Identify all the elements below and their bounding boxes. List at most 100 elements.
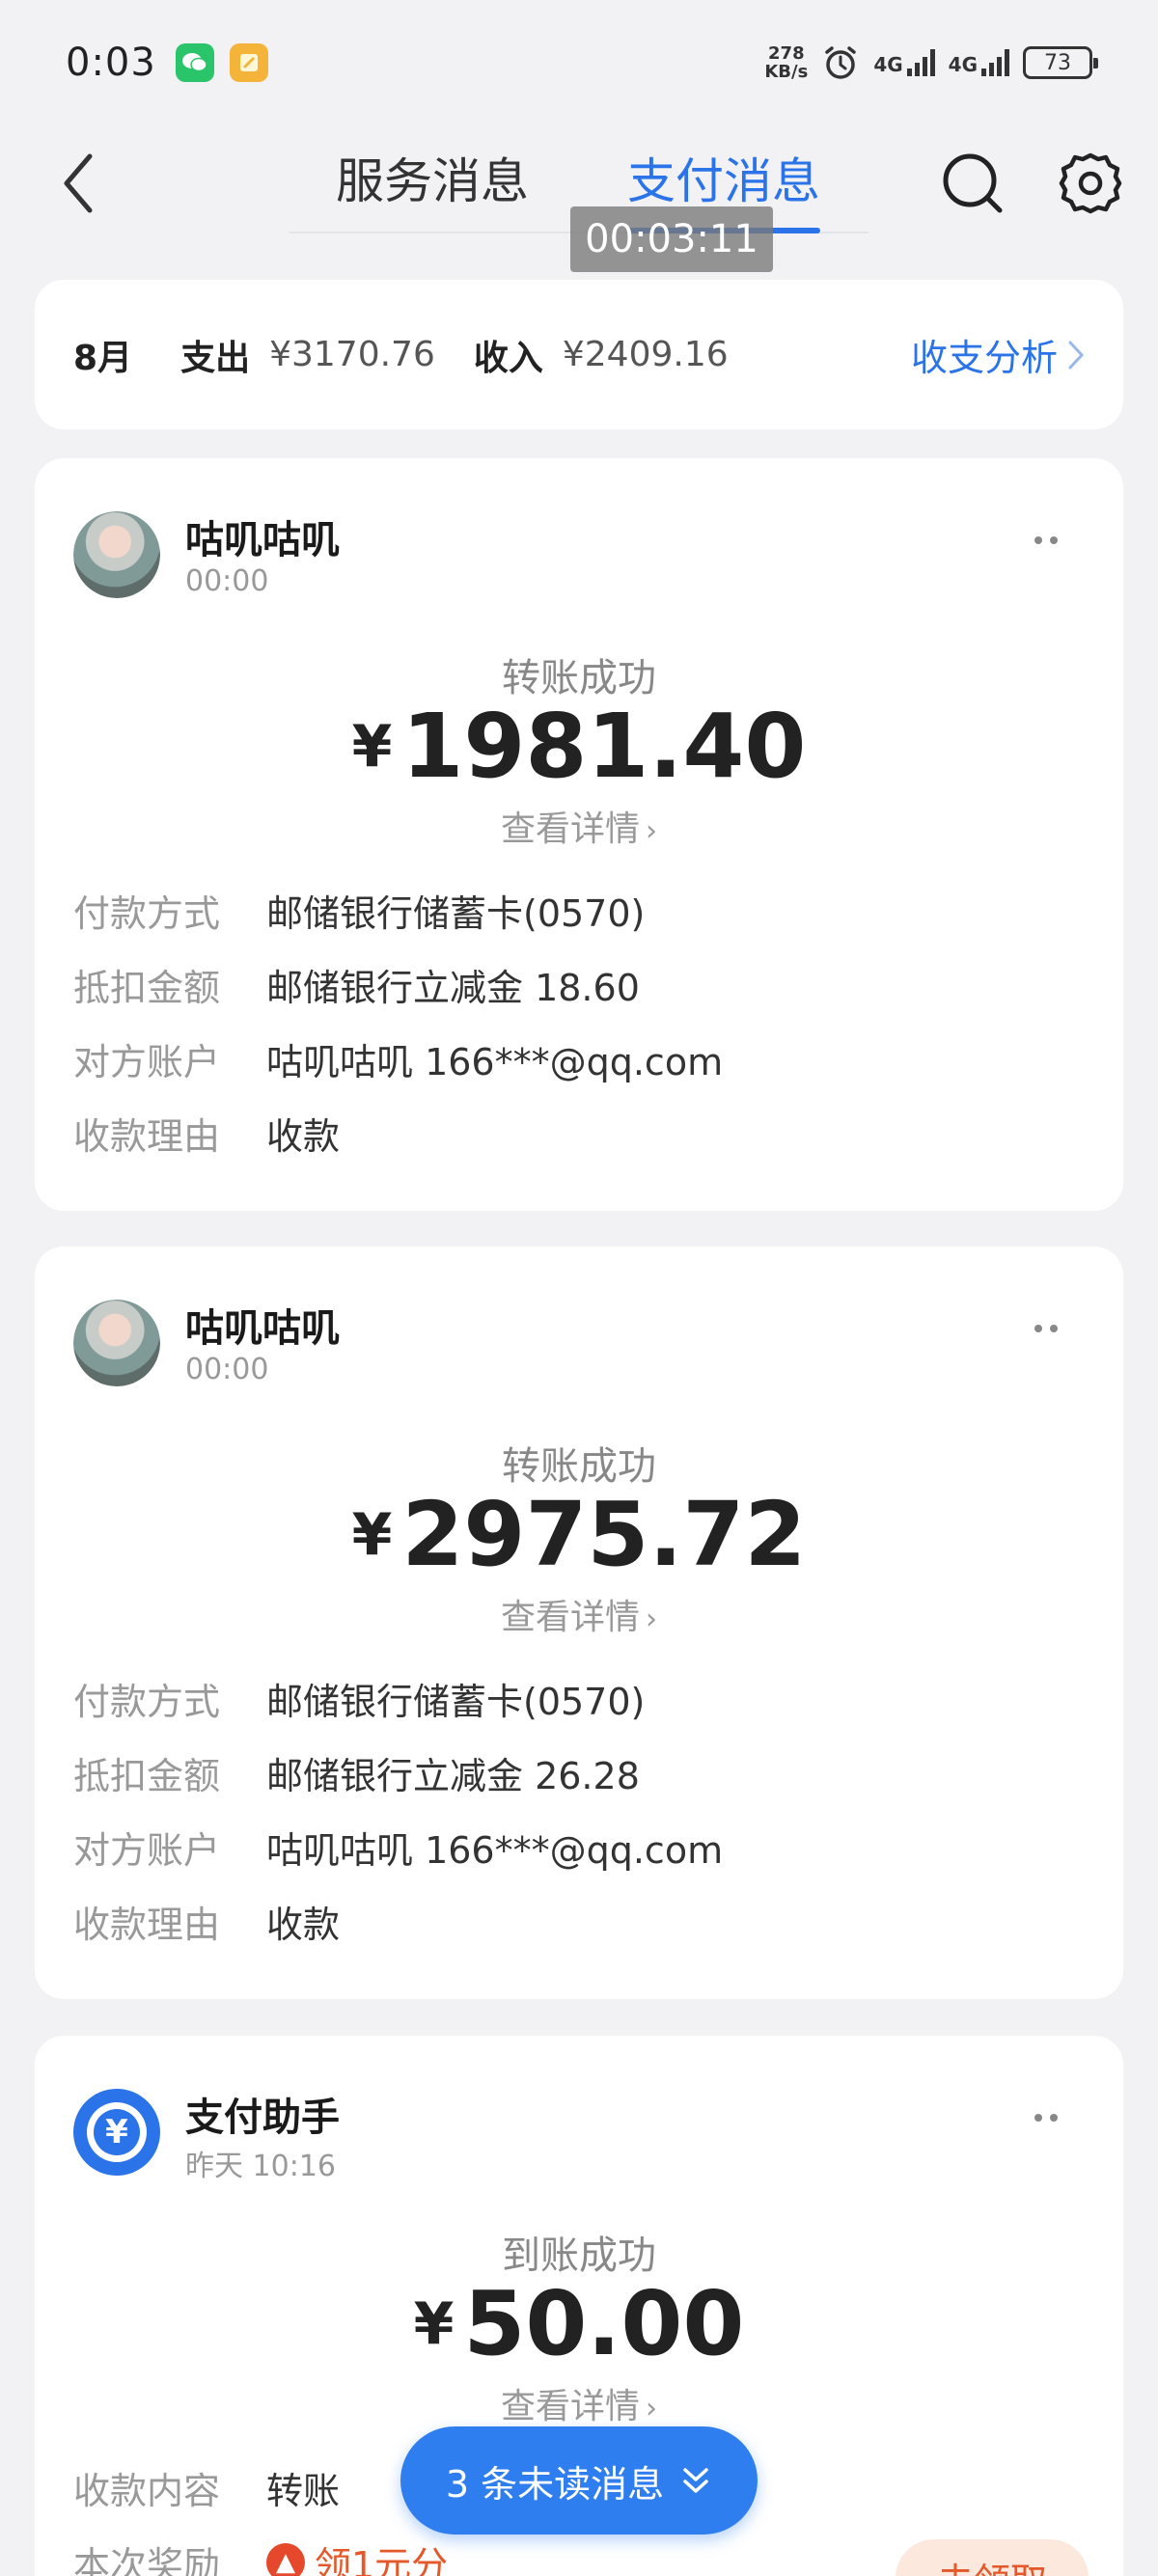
info-value: 邮储银行储蓄卡(0570) <box>266 892 646 935</box>
info-row: 抵扣金额 邮储银行立减金 18.60 <box>73 947 1087 1022</box>
info-value: 邮储银行立减金 18.60 <box>266 967 640 1009</box>
battery-icon: 73 <box>1023 46 1098 79</box>
view-details-link[interactable]: 查看详情 › <box>35 2378 1123 2428</box>
reward-chip: ▲ 领1元分 <box>266 2535 448 2576</box>
info-label: 抵扣金额 <box>73 1755 221 1797</box>
summary-month: 8月 <box>73 338 133 378</box>
unread-messages-label: 3 条未读消息 <box>445 2462 665 2506</box>
info-label: 抵扣金额 <box>73 967 221 1009</box>
info-value: 邮储银行立减金 26.28 <box>266 1755 640 1797</box>
info-row: 付款方式 邮储银行储蓄卡(0570) <box>73 1661 1087 1736</box>
network-speed-unit: KB/s <box>764 62 809 82</box>
sender-name: 咕叽咕叽 <box>185 1306 340 1351</box>
status-bar: 0:03 278 KB/s 4G 4G 73 <box>0 0 1158 125</box>
chevron-right-icon: › <box>646 2392 657 2425</box>
currency-symbol: ¥ <box>351 712 393 781</box>
info-label: 本次奖励 <box>73 2544 221 2576</box>
signal-1-label: 4G <box>873 53 903 76</box>
info-value: 转账 <box>266 2470 341 2512</box>
info-row: 抵扣金额 邮储银行立减金 26.28 <box>73 1736 1087 1810</box>
chevron-right-icon <box>1068 341 1085 369</box>
info-value: 收款 <box>266 1904 341 1946</box>
wechat-icon <box>175 43 214 82</box>
more-options-button[interactable] <box>1017 2103 1075 2132</box>
back-button[interactable] <box>44 145 112 222</box>
amount-value: 50.00 <box>463 2272 745 2375</box>
avatar[interactable] <box>73 511 160 598</box>
tab-service-messages[interactable]: 服务消息 <box>336 143 529 212</box>
info-rows: 付款方式 邮储银行储蓄卡(0570) 抵扣金额 邮储银行立减金 18.60 对方… <box>73 873 1087 1170</box>
status-time: 0:03 <box>66 41 156 85</box>
signal-bars-icon <box>906 49 935 76</box>
info-row: 收款理由 收款 <box>73 1884 1087 1959</box>
reward-icon: ▲ <box>266 2542 305 2576</box>
more-options-button[interactable] <box>1017 1314 1075 1343</box>
sender-name: 咕叽咕叽 <box>185 518 340 562</box>
amount-value: 2975.72 <box>401 1483 807 1586</box>
view-details-link[interactable]: 查看详情 › <box>35 1589 1123 1639</box>
payment-message-card[interactable]: 咕叽咕叽 00:00 转账成功 ¥2975.72 查看详情 › 付款方式 邮储银行… <box>35 1247 1123 1999</box>
info-row: 对方账户 咕叽咕叽 166***@qq.com <box>73 1022 1087 1096</box>
amount-value: 1981.40 <box>401 695 807 798</box>
income-label: 收入 <box>473 338 543 378</box>
info-value: 收款 <box>266 1115 341 1158</box>
monthly-summary-card: 8月 支出 ¥3170.76 收入 ¥2409.16 收支分析 <box>35 280 1123 429</box>
currency-symbol: ¥ <box>413 2289 455 2358</box>
network-speed-value: 278 <box>768 43 805 64</box>
info-row: 对方账户 咕叽咕叽 166***@qq.com <box>73 1810 1087 1884</box>
income-value: ¥2409.16 <box>562 335 729 374</box>
info-value: 邮储银行储蓄卡(0570) <box>266 1681 646 1723</box>
expense-label: 支出 <box>180 338 251 378</box>
search-icon <box>943 153 1003 213</box>
view-details-link[interactable]: 查看详情 › <box>35 801 1123 851</box>
recording-timer: 00:03:11 <box>570 206 773 272</box>
signal-2-label: 4G <box>948 53 978 76</box>
note-icon <box>229 43 268 82</box>
info-label: 收款理由 <box>73 1904 221 1946</box>
signal-2: 4G <box>949 49 1009 76</box>
gear-icon <box>1059 152 1122 214</box>
sender-name: 支付助手 <box>185 2096 340 2140</box>
tab-payment-messages[interactable]: 支付消息 <box>627 143 820 212</box>
notification-icons <box>175 43 268 82</box>
reward-value: 领1元分 <box>315 2544 449 2576</box>
amount: ¥1981.40 <box>35 695 1123 798</box>
payment-assistant-avatar[interactable]: ¥ <box>73 2089 160 2176</box>
info-value: 咕叽咕叽 166***@qq.com <box>266 1829 724 1872</box>
expense-value: ¥3170.76 <box>269 335 435 374</box>
message-time: 00:00 <box>185 564 269 598</box>
info-value: 咕叽咕叽 166***@qq.com <box>266 1041 724 1083</box>
info-label: 收款理由 <box>73 1115 221 1158</box>
info-label: 收款内容 <box>73 2470 221 2512</box>
info-label: 付款方式 <box>73 1681 221 1723</box>
settings-button[interactable] <box>1054 147 1127 220</box>
yuan-icon: ¥ <box>94 2109 140 2155</box>
info-rows: 付款方式 邮储银行储蓄卡(0570) 抵扣金额 邮储银行立减金 26.28 对方… <box>73 1661 1087 1959</box>
currency-symbol: ¥ <box>351 1500 393 1569</box>
view-details-label: 查看详情 <box>500 2387 640 2426</box>
unread-messages-button[interactable]: 3 条未读消息 <box>400 2426 758 2535</box>
income-expense-analysis-link[interactable]: 收支分析 <box>911 328 1085 381</box>
info-label: 对方账户 <box>73 1041 221 1083</box>
chevron-right-icon: › <box>646 1603 657 1636</box>
more-options-button[interactable] <box>1017 526 1075 555</box>
message-time: 昨天 10:16 <box>185 2150 336 2183</box>
avatar[interactable] <box>73 1300 160 1386</box>
view-details-label: 查看详情 <box>500 1598 640 1637</box>
view-details-label: 查看详情 <box>500 809 640 849</box>
payment-message-card[interactable]: 咕叽咕叽 00:00 转账成功 ¥1981.40 查看详情 › 付款方式 邮储银行… <box>35 458 1123 1211</box>
app-root: 0:03 278 KB/s 4G 4G 73 服务消息 支付消息 00:03:1… <box>0 0 1158 2576</box>
alarm-icon <box>825 46 857 79</box>
info-label: 付款方式 <box>73 892 221 935</box>
amount: ¥50.00 <box>35 2272 1123 2375</box>
network-speed: 278 KB/s <box>764 44 808 81</box>
search-button[interactable] <box>936 147 1009 220</box>
info-row: 付款方式 邮储银行储蓄卡(0570) <box>73 873 1087 947</box>
status-right: 278 KB/s 4G 4G 73 <box>764 43 1098 82</box>
chevron-left-icon <box>64 153 93 213</box>
double-chevron-down-icon <box>683 2468 708 2493</box>
info-row: 收款理由 收款 <box>73 1096 1087 1170</box>
claim-reward-button[interactable]: 去领取 <box>896 2539 1089 2576</box>
info-label: 对方账户 <box>73 1829 221 1872</box>
amount: ¥2975.72 <box>35 1483 1123 1586</box>
